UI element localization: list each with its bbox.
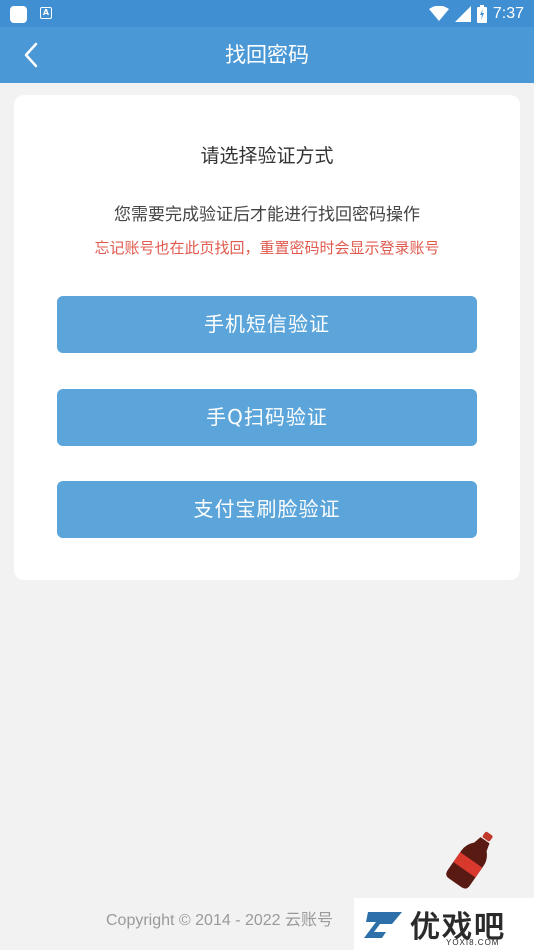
status-bar: A 7:37 <box>0 0 534 27</box>
signal-icon <box>454 6 471 22</box>
status-time: 7:37 <box>492 5 524 22</box>
card-note: 忘记账号也在此页找回，重置密码时会显示登录账号 <box>94 239 440 257</box>
keyboard-a-icon: A <box>40 7 52 19</box>
card-description: 您需要完成验证后才能进行找回密码操作 <box>114 205 420 225</box>
bottle-logo-icon <box>446 831 493 889</box>
qq-scan-verify-button[interactable]: 手Q扫码验证 <box>57 389 477 446</box>
page-title: 找回密码 <box>225 43 309 67</box>
wifi-icon <box>428 6 449 21</box>
watermark: 优戏吧 YOXI8.COM <box>354 898 534 950</box>
watermark-logo-icon <box>364 912 402 938</box>
verification-card: 请选择验证方式 您需要完成验证后才能进行找回密码操作 忘记账号也在此页找回，重置… <box>14 95 520 580</box>
app-bar: 找回密码 <box>0 27 534 83</box>
battery-icon <box>476 5 487 23</box>
card-heading: 请选择验证方式 <box>200 145 334 167</box>
watermark-domain: YOXI8.COM <box>446 938 500 947</box>
copyright-text: Copyright © 2014 - 2022 云账号 <box>106 912 334 929</box>
app-notification-icon <box>10 6 27 23</box>
status-right: 7:37 <box>428 4 524 24</box>
alipay-face-verify-button[interactable]: 支付宝刷脸验证 <box>57 481 477 538</box>
sms-verify-button[interactable]: 手机短信验证 <box>57 296 477 353</box>
